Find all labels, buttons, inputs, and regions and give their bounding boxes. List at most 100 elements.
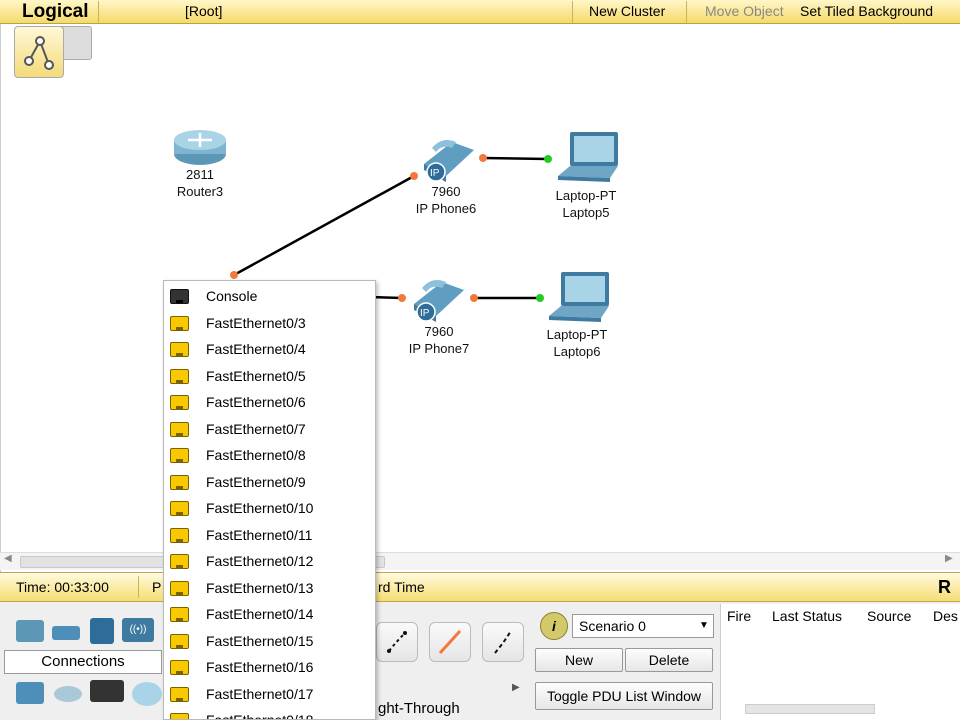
ethernet-port-icon [170, 501, 189, 516]
port-menu-item-label: FastEthernet0/18 [206, 712, 314, 720]
port-indicator [544, 155, 552, 163]
pdu-table-scrollbar[interactable] [745, 704, 875, 714]
hubs-category-icon[interactable] [90, 618, 114, 644]
routers-category-icon[interactable] [16, 620, 44, 642]
toggle-pdu-list-button[interactable]: Toggle PDU List Window [535, 682, 713, 710]
ethernet-port-icon [170, 660, 189, 675]
port-menu-item-label: FastEthernet0/5 [206, 367, 306, 384]
port-menu-item[interactable]: FastEthernet0/8 [164, 442, 375, 468]
workspace-horizontal-scrollbar[interactable]: ◀ ▶ [0, 552, 960, 570]
ip-phone-icon: IP [414, 280, 464, 322]
port-menu-item[interactable]: Console [164, 283, 375, 309]
port-menu-item[interactable]: FastEthernet0/14 [164, 601, 375, 627]
crossover-cable-button[interactable] [482, 622, 524, 662]
ip-phone6-device[interactable]: IP [418, 134, 478, 187]
column-header-destination[interactable]: Des [933, 608, 958, 624]
port-menu-item[interactable]: FastEthernet0/6 [164, 389, 375, 415]
port-menu-item[interactable]: FastEthernet0/15 [164, 628, 375, 654]
ethernet-port-icon [170, 421, 189, 437]
time-display: Time: 00:33:00 [16, 579, 109, 595]
port-menu-item[interactable]: FastEthernet0/11 [164, 522, 375, 548]
ethernet-port-icon [170, 368, 189, 384]
ethernet-port-icon [170, 448, 189, 463]
link-phone6-laptop5 [482, 156, 549, 161]
scenario-select[interactable]: Scenario 0 ▼ [572, 614, 714, 638]
port-menu-item[interactable]: FastEthernet0/16 [164, 654, 375, 680]
link-router3-phone6 [233, 174, 415, 277]
ethernet-port-icon [170, 607, 189, 622]
laptop-icon [549, 272, 609, 322]
device-category-label: Connections [4, 650, 162, 674]
laptop6-label: Laptop-PT Laptop6 [546, 327, 608, 359]
wireless-category-icon[interactable]: ((•)) [122, 618, 154, 642]
laptop5-device[interactable] [556, 130, 620, 189]
port-menu-item[interactable]: FastEthernet0/5 [164, 363, 375, 389]
separator [138, 576, 139, 598]
port-menu-item[interactable]: FastEthernet0/3 [164, 310, 375, 336]
ethernet-port-icon [170, 342, 189, 357]
end-devices-category-icon[interactable] [16, 682, 44, 704]
realtime-mode-partial[interactable]: R [938, 573, 951, 602]
laptop6-device[interactable] [547, 270, 611, 329]
crossover-cable-icon [494, 630, 512, 654]
pdu-list-table: Fire Last Status Source Des [720, 604, 960, 720]
port-indicator [470, 294, 478, 302]
delete-scenario-button[interactable]: Delete [625, 648, 713, 672]
power-cycle-button-partial[interactable]: P [152, 573, 161, 602]
port-indicator [398, 294, 406, 302]
ip-phone7-label: 7960 IP Phone7 [408, 324, 470, 356]
fast-forward-time-partial[interactable]: rd Time [378, 573, 425, 602]
realtime-bar: Time: 00:33:00 P rd Time R [0, 572, 960, 602]
ip-phone6-label: 7960 IP Phone6 [415, 184, 477, 216]
column-header-source[interactable]: Source [867, 608, 911, 624]
router-icon [174, 130, 226, 165]
custom-devices-category-icon[interactable] [90, 680, 124, 702]
multiuser-connection-icon[interactable] [132, 682, 162, 706]
wan-emulation-category-icon[interactable] [54, 686, 82, 702]
port-menu-item-label: FastEthernet0/11 [206, 526, 313, 543]
console-cable-button[interactable] [376, 622, 418, 662]
svg-text:IP: IP [430, 168, 440, 179]
port-menu-item[interactable]: FastEthernet0/12 [164, 548, 375, 574]
port-menu-item[interactable]: FastEthernet0/18 [164, 707, 375, 720]
console-port-icon [170, 289, 189, 304]
selected-cable-name: ght-Through [378, 700, 460, 717]
ip-phone-icon: IP [424, 140, 474, 182]
column-header-fire[interactable]: Fire [727, 608, 751, 624]
ethernet-port-icon [170, 713, 189, 719]
chevron-down-icon: ▼ [699, 620, 709, 631]
port-menu-item[interactable]: FastEthernet0/9 [164, 469, 375, 495]
port-menu-item[interactable]: FastEthernet0/7 [164, 416, 375, 442]
port-menu-item[interactable]: FastEthernet0/13 [164, 575, 375, 601]
port-menu-item-label: FastEthernet0/3 [206, 314, 306, 331]
info-icon[interactable]: i [540, 612, 568, 640]
port-indicator [230, 271, 238, 279]
ethernet-port-icon [170, 527, 189, 543]
ethernet-port-icon [170, 686, 189, 702]
router3-device[interactable] [172, 128, 228, 169]
laptop5-label: Laptop-PT Laptop5 [555, 188, 617, 220]
port-menu-item-label: FastEthernet0/4 [206, 341, 306, 357]
ip-phone7-device[interactable]: IP [408, 274, 468, 327]
port-menu-item-label: FastEthernet0/13 [206, 579, 314, 596]
scroll-left-arrow-icon[interactable]: ◀ [4, 553, 12, 564]
port-indicator [410, 172, 418, 180]
port-menu-item-label: FastEthernet0/14 [206, 606, 314, 622]
svg-text:IP: IP [420, 308, 430, 319]
port-indicator [479, 154, 487, 162]
straight-through-cable-button[interactable] [429, 622, 471, 662]
port-menu-item[interactable]: FastEthernet0/4 [164, 336, 375, 362]
switches-category-icon[interactable] [52, 626, 80, 640]
port-menu-item[interactable]: FastEthernet0/10 [164, 495, 375, 521]
scroll-right-arrow-icon[interactable]: ▶ [945, 553, 953, 564]
router3-label: 2811 Router3 [176, 167, 224, 199]
port-menu-item-label: FastEthernet0/17 [206, 685, 314, 702]
scroll-right-arrow-icon[interactable]: ▶ [512, 682, 520, 693]
new-scenario-button[interactable]: New [535, 648, 623, 672]
scenario-select-value: Scenario 0 [579, 618, 646, 634]
port-menu-item[interactable]: FastEthernet0/17 [164, 681, 375, 707]
port-menu-item-label: FastEthernet0/9 [206, 473, 306, 490]
topology-links [230, 154, 552, 302]
column-header-last-status[interactable]: Last Status [772, 608, 842, 624]
port-menu-item-label: FastEthernet0/6 [206, 394, 306, 410]
